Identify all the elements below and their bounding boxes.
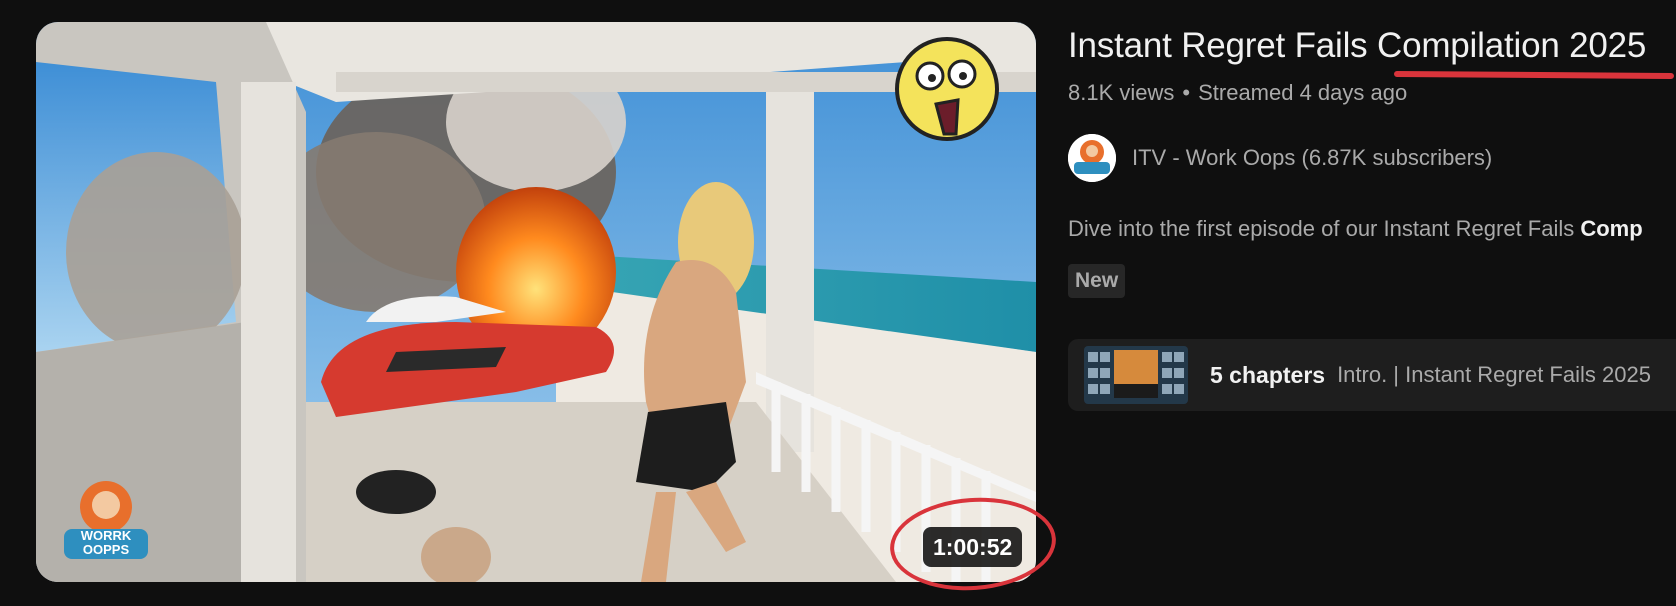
thumbnail-image bbox=[36, 22, 1036, 582]
new-badge: New bbox=[1068, 264, 1126, 298]
logo-text: WORRK OOPPS bbox=[80, 528, 132, 557]
chapter-thumbnail-icon bbox=[1084, 346, 1188, 404]
video-meta: 8.1K views • Streamed 4 days ago bbox=[1068, 80, 1407, 106]
chapter-title: Intro. | Instant Regret Fails 2025 bbox=[1337, 362, 1651, 387]
description-text: Dive into the first episode of our Insta… bbox=[1068, 216, 1581, 241]
shocked-emoji-icon bbox=[895, 37, 999, 141]
description-bold-text: Comp bbox=[1580, 216, 1643, 241]
chapters-panel[interactable]: 5 chapters Intro. | Instant Regret Fails… bbox=[1068, 339, 1676, 411]
title-annotation-underline bbox=[1393, 71, 1675, 79]
chapters-count: 5 chapters bbox=[1210, 361, 1326, 388]
video-description[interactable]: Dive into the first episode of our Insta… bbox=[1068, 216, 1643, 242]
channel-avatar-icon[interactable] bbox=[1068, 134, 1116, 182]
channel-row[interactable]: ITV - Work Oops (6.87K subscribers) bbox=[1068, 134, 1492, 182]
channel-name[interactable]: ITV - Work Oops (6.87K subscribers) bbox=[1132, 145, 1492, 171]
view-count: 8.1K views bbox=[1068, 80, 1175, 105]
channel-logo-icon: WORRK OOPPS bbox=[58, 477, 154, 563]
stream-date: Streamed 4 days ago bbox=[1198, 80, 1408, 105]
meta-separator: • bbox=[1182, 80, 1191, 105]
video-thumbnail[interactable]: WORRK OOPPS bbox=[36, 22, 1036, 582]
video-title[interactable]: Instant Regret Fails Compilation 2025 bbox=[1068, 26, 1646, 66]
